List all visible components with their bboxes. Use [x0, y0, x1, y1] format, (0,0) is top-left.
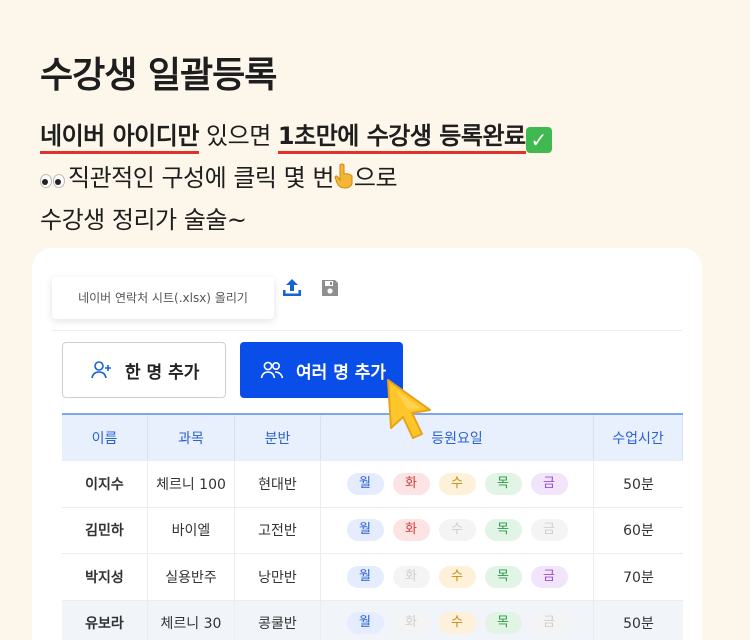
day-pill-wed[interactable]: 수 [438, 612, 476, 635]
student-subject: 실용반주 [148, 554, 235, 600]
day-pill-wed[interactable]: 수 [438, 472, 476, 495]
headline-line-2-text: 직관적인 구성에 클릭 몇 번 [68, 164, 334, 192]
day-pill-tue[interactable]: 화 [392, 472, 430, 495]
eyes-icon [40, 166, 66, 194]
table-header: 이름 과목 분반 등원요일 수업시간 [62, 415, 683, 461]
attendance-days: 월화수목금 [321, 507, 594, 553]
headline-line-1: 네이버 아이디만 있으면 1초만에 수강생 등록완료 ✓ [40, 116, 552, 154]
column-header-time: 수업시간 [594, 415, 683, 460]
one-second-highlight: 1초만에 수강생 등록완료 [277, 122, 526, 154]
lesson-duration: 50분 [623, 476, 654, 493]
naver-id-highlight: 네이버 아이디만 [40, 122, 199, 154]
student-name: 김민하 [62, 507, 148, 553]
table-row[interactable]: 김민하 바이엘 고전반 월 화 수 목 금 60분 [62, 507, 683, 554]
add-person-icon [91, 361, 111, 379]
column-header-name: 이름 [62, 415, 148, 460]
attendance-days: 월화수목금 [321, 600, 594, 640]
add-one-student-button[interactable]: 한 명 추가 [62, 342, 226, 398]
day-pill-mon[interactable]: 월 [346, 612, 384, 635]
day-pill-thu[interactable]: 목 [484, 519, 522, 542]
attendance-days: 월화수목금 [321, 554, 594, 600]
column-header-days: 등원요일 [321, 415, 594, 460]
day-pill-fri[interactable]: 금 [530, 519, 568, 542]
student-name: 유보라 [62, 600, 148, 640]
add-people-icon [260, 361, 284, 379]
column-header-class: 분반 [235, 415, 321, 460]
day-pill-mon[interactable]: 월 [346, 472, 384, 495]
day-pill-fri[interactable]: 금 [530, 612, 568, 635]
student-subject: 체르니 30 [148, 600, 235, 640]
day-pill-mon[interactable]: 월 [346, 519, 384, 542]
day-pill-tue[interactable]: 화 [392, 565, 430, 588]
student-class: 현대반 [235, 461, 321, 507]
lesson-duration: 60분 [623, 523, 654, 540]
headline-line-3: 수강생 정리가 술술~ [40, 206, 247, 234]
student-class: 콩쿨반 [235, 600, 321, 640]
day-pill-thu[interactable]: 목 [484, 565, 522, 588]
headline-connector: 있으면 [198, 122, 278, 150]
day-pill-fri[interactable]: 금 [530, 472, 568, 495]
day-pill-mon[interactable]: 월 [346, 565, 384, 588]
day-pill-wed[interactable]: 수 [438, 565, 476, 588]
add-one-label: 한 명 추가 [125, 362, 200, 383]
student-name: 이지수 [62, 461, 148, 507]
add-many-label: 여러 명 추가 [296, 362, 387, 383]
table-row[interactable]: 이지수 체르니 100 현대반 월 화 수 목 금 50분 [62, 461, 683, 508]
column-header-subject: 과목 [148, 415, 235, 460]
student-table: 이름 과목 분반 등원요일 수업시간 이지수 체르니 100 현대반 월 화 수 목 금 50분… [62, 413, 683, 640]
student-subject: 바이엘 [148, 507, 235, 553]
day-pill-fri[interactable]: 금 [530, 565, 568, 588]
day-pill-tue[interactable]: 화 [392, 612, 430, 635]
upload-icon[interactable] [280, 276, 304, 300]
student-class: 고전반 [235, 507, 321, 553]
hero-title: 수강생 일괄등록 [40, 55, 277, 96]
add-many-students-button[interactable]: 여러 명 추가 [240, 342, 403, 398]
attendance-days: 월화수목금 [321, 461, 594, 507]
table-row[interactable]: 유보라 체르니 30 콩쿨반 월 화 수 목 금 50분 [62, 600, 683, 640]
pointer-cursor-icon [387, 379, 431, 439]
lesson-duration: 70분 [623, 569, 654, 586]
day-pill-wed[interactable]: 수 [438, 519, 476, 542]
student-name: 박지성 [62, 554, 148, 600]
headline-line-2: 직관적인 구성에 클릭 몇 번 으로 [40, 158, 398, 194]
save-icon[interactable] [320, 278, 340, 298]
upload-tooltip: 네이버 연락처 시트(.xlsx) 올리기 [52, 277, 274, 319]
student-class: 낭만반 [235, 554, 321, 600]
day-pill-tue[interactable]: 화 [392, 519, 430, 542]
day-pill-thu[interactable]: 목 [484, 612, 522, 635]
headline-line-2-end: 으로 [353, 164, 398, 192]
check-icon: ✓ [525, 127, 552, 153]
table-row[interactable]: 박지성 실용반주 낭만반 월 화 수 목 금 70분 [62, 554, 683, 601]
pointing-finger-icon [334, 163, 353, 189]
table-body: 이지수 체르니 100 현대반 월 화 수 목 금 50분 김민하 바이엘 고전반 월 화 수 목 금 60분 박지… [62, 461, 683, 640]
lesson-duration: 50분 [623, 616, 654, 633]
toolbar-divider [52, 330, 682, 331]
day-pill-thu[interactable]: 목 [484, 472, 522, 495]
student-subject: 체르니 100 [148, 461, 235, 507]
